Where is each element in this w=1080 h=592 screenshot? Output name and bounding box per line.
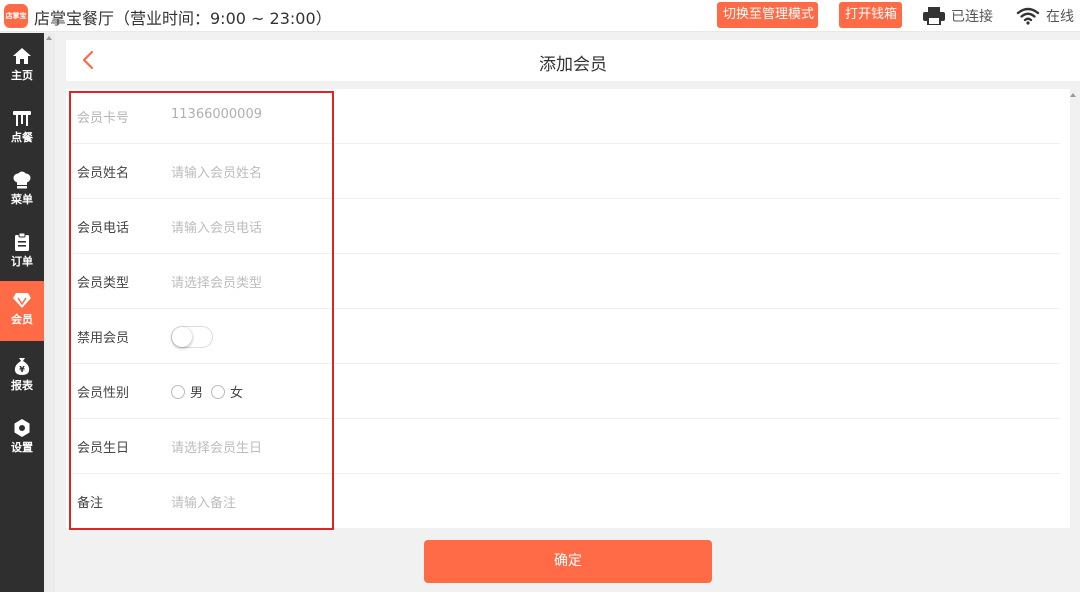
sidebar-item-home[interactable]: 主页 bbox=[0, 37, 44, 97]
note-input[interactable]: 请输入备注 bbox=[171, 492, 236, 511]
name-label: 会员姓名 bbox=[77, 166, 130, 181]
name-input[interactable]: 请输入会员姓名 bbox=[171, 162, 262, 181]
printer-status: 已连接 bbox=[923, 6, 993, 26]
gender-male-label[interactable]: 男 bbox=[190, 382, 203, 401]
scrollbar-left[interactable] bbox=[44, 33, 55, 592]
card-number-label: 会员卡号 bbox=[77, 111, 130, 126]
gender-male-radio[interactable] bbox=[171, 384, 185, 399]
card-number-value: 11366000009 bbox=[171, 107, 262, 122]
printer-icon bbox=[923, 7, 945, 25]
chef-hat-icon bbox=[13, 171, 31, 189]
network-status: 在线 bbox=[1016, 6, 1074, 26]
gear-icon bbox=[14, 419, 30, 437]
form-row-type: 会员类型 请选择会员类型 bbox=[72, 254, 1060, 309]
network-status-text: 在线 bbox=[1046, 9, 1074, 25]
sidebar-item-members[interactable]: 会员 bbox=[0, 281, 44, 341]
sidebar-item-settings[interactable]: 设置 bbox=[0, 409, 44, 469]
table-icon bbox=[13, 111, 31, 126]
clipboard-icon bbox=[15, 233, 29, 251]
phone-input[interactable]: 请输入会员电话 bbox=[171, 217, 262, 236]
member-form: 会员卡号 11366000009 会员姓名 请输入会员姓名 会员电话 请输入会员… bbox=[66, 89, 1070, 528]
sidebar-item-label: 菜单 bbox=[11, 193, 33, 206]
form-row-birthday: 会员生日 请选择会员生日 bbox=[72, 419, 1060, 474]
printer-status-text: 已连接 bbox=[951, 9, 993, 25]
home-icon bbox=[13, 48, 31, 64]
sidebar-item-label: 订单 bbox=[11, 255, 33, 268]
type-label: 会员类型 bbox=[77, 276, 130, 291]
sidebar-item-menu[interactable]: 菜单 bbox=[0, 161, 44, 221]
sidebar-item-reports[interactable]: ¥ 报表 bbox=[0, 347, 44, 407]
form-row-note: 备注 请输入备注 bbox=[72, 474, 1060, 529]
gender-female-radio[interactable] bbox=[211, 384, 226, 399]
open-cashbox-button[interactable]: 打开钱箱 bbox=[839, 2, 902, 28]
type-select[interactable]: 请选择会员类型 bbox=[171, 272, 262, 291]
app-title: 店掌宝餐厅（营业时间：9:00 ~ 23:00） bbox=[34, 9, 332, 28]
form-row-phone: 会员电话 请输入会员电话 bbox=[72, 199, 1060, 254]
disable-label: 禁用会员 bbox=[77, 331, 130, 346]
sidebar-item-orders[interactable]: 订单 bbox=[0, 223, 44, 283]
birthday-label: 会员生日 bbox=[77, 441, 130, 456]
toggle-knob bbox=[172, 327, 192, 347]
wifi-icon bbox=[1016, 7, 1040, 25]
gender-radio-group: 男 女 bbox=[171, 382, 251, 401]
gender-label: 会员性别 bbox=[77, 386, 130, 401]
phone-label: 会员电话 bbox=[77, 221, 130, 236]
gender-female-label[interactable]: 女 bbox=[230, 382, 243, 401]
page-header: 添加会员 bbox=[66, 40, 1080, 81]
sidebar: 主页 点餐 菜单 订单 会员 ¥ 报表 设置 bbox=[0, 33, 44, 592]
diamond-icon bbox=[13, 293, 31, 308]
sidebar-item-label: 设置 bbox=[11, 441, 33, 454]
sidebar-item-label: 会员 bbox=[11, 313, 33, 326]
sidebar-item-label: 报表 bbox=[11, 379, 33, 392]
page-title: 添加会员 bbox=[539, 55, 607, 75]
scroll-up-icon bbox=[46, 36, 52, 40]
note-label: 备注 bbox=[77, 496, 104, 511]
switch-manage-mode-button[interactable]: 切换至管理模式 bbox=[717, 2, 818, 28]
top-bar: 店掌宝 店掌宝餐厅（营业时间：9:00 ~ 23:00） 切换至管理模式 打开钱… bbox=[0, 0, 1080, 32]
confirm-button[interactable]: 确定 bbox=[424, 540, 712, 583]
form-row-disable: 禁用会员 bbox=[72, 309, 1060, 364]
sidebar-item-label: 点餐 bbox=[11, 131, 33, 144]
svg-text:¥: ¥ bbox=[19, 365, 25, 374]
form-row-gender: 会员性别 男 女 bbox=[72, 364, 1060, 419]
sidebar-item-order-food[interactable]: 点餐 bbox=[0, 99, 44, 159]
app-logo: 店掌宝 bbox=[4, 4, 28, 28]
birthday-picker[interactable]: 请选择会员生日 bbox=[171, 437, 262, 456]
money-bag-icon: ¥ bbox=[14, 358, 30, 375]
form-row-card-number: 会员卡号 11366000009 bbox=[72, 89, 1060, 144]
form-scroll-up-icon[interactable] bbox=[1070, 93, 1076, 97]
form-row-name: 会员姓名 请输入会员姓名 bbox=[72, 144, 1060, 199]
disable-member-toggle[interactable] bbox=[171, 326, 213, 348]
sidebar-item-label: 主页 bbox=[11, 69, 33, 82]
